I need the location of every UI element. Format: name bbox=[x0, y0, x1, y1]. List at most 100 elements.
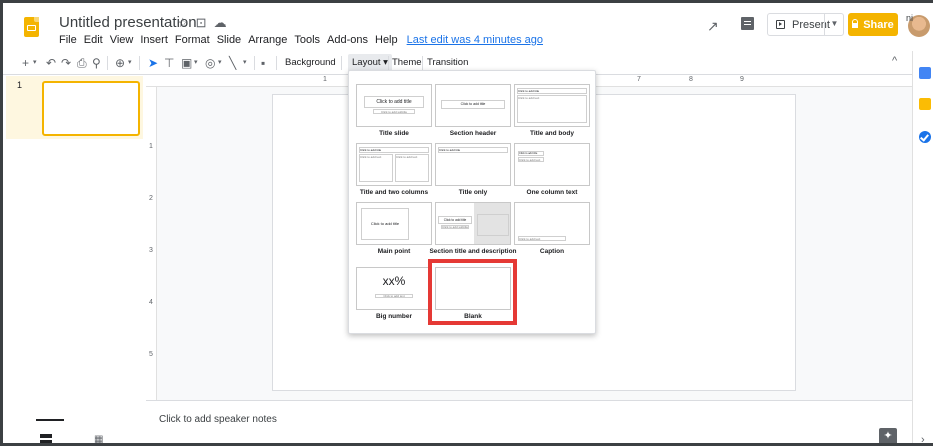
layout-label: One column text bbox=[526, 189, 578, 196]
move-to-folder-icon[interactable]: ⊡ bbox=[196, 15, 214, 30]
menu-view[interactable]: View bbox=[110, 34, 134, 46]
speaker-notes-placeholder[interactable]: Click to add speaker notes bbox=[159, 414, 277, 425]
shape-icon[interactable]: ◎ bbox=[205, 56, 215, 70]
expand-panel-icon[interactable]: › bbox=[921, 434, 925, 443]
paint-format-icon[interactable]: ⚲ bbox=[92, 56, 101, 70]
thumb-column-right: Click to add text bbox=[395, 154, 429, 182]
comment-history-icon[interactable] bbox=[741, 17, 754, 30]
comment-add-icon[interactable]: ▪ bbox=[261, 56, 265, 70]
redo-icon[interactable]: ↷ bbox=[61, 56, 71, 70]
share-button[interactable]: Share bbox=[848, 13, 898, 36]
menu-slide[interactable]: Slide bbox=[217, 34, 241, 46]
text-box-icon[interactable]: ⊤ bbox=[164, 56, 174, 70]
zoom-dropdown[interactable]: ▾ bbox=[128, 56, 132, 70]
thumb-title: Click to add title bbox=[517, 88, 587, 94]
document-title[interactable]: Untitled presentation bbox=[59, 14, 197, 31]
thumb-description bbox=[477, 214, 509, 236]
toolbar-divider bbox=[276, 56, 277, 70]
avatar-initial: ni bbox=[906, 13, 914, 23]
layout-label: Caption bbox=[539, 248, 565, 255]
ruler-mark: 8 bbox=[689, 76, 693, 83]
activity-dashboard-icon[interactable]: ↗ bbox=[707, 18, 719, 35]
layout-big-number[interactable]: xx% Click to add text Big number bbox=[356, 267, 432, 325]
thumb-title: Click to add title bbox=[359, 147, 429, 153]
layout-main-point[interactable]: Click to add title Main point bbox=[356, 202, 432, 260]
side-panel: › bbox=[912, 51, 933, 443]
menu-arrange[interactable]: Arrange bbox=[248, 34, 287, 46]
thumb-title: Click to add title bbox=[518, 151, 544, 156]
menu-bar: File Edit View Insert Format Slide Arran… bbox=[59, 34, 550, 46]
explore-icon[interactable]: ✦ bbox=[879, 428, 897, 443]
select-icon[interactable]: ➤ bbox=[148, 56, 158, 70]
slide-number: 1 bbox=[17, 80, 23, 90]
image-icon[interactable]: ▣ bbox=[181, 56, 192, 70]
background-button[interactable]: Background bbox=[285, 56, 336, 70]
layout-title-slide[interactable]: Click to add title Click to add subtitle… bbox=[356, 84, 432, 142]
new-slide-layout-dropdown[interactable]: ▾ bbox=[33, 56, 37, 70]
print-icon[interactable]: ⎙ bbox=[77, 56, 87, 70]
filmstrip-view-icon[interactable] bbox=[40, 434, 52, 443]
vertical-ruler: 1 2 3 4 5 bbox=[146, 87, 157, 400]
slide-thumbnail[interactable] bbox=[42, 81, 140, 136]
thumb-title: Click to add title bbox=[438, 147, 508, 153]
new-slide-icon[interactable]: + bbox=[22, 56, 29, 70]
cloud-status-icon[interactable]: ☁ bbox=[214, 15, 234, 30]
star-icon[interactable]: ☆ bbox=[177, 15, 196, 30]
avatar[interactable]: ni bbox=[906, 13, 930, 37]
shape-dropdown[interactable]: ▾ bbox=[218, 56, 222, 70]
layout-thumbnail: Click to add title Click to add text bbox=[514, 143, 590, 186]
calendar-icon[interactable] bbox=[919, 67, 931, 79]
line-icon[interactable]: ╲ bbox=[229, 56, 236, 70]
slide-thumbnail-selected[interactable]: 1 bbox=[6, 76, 143, 139]
layout-title-and-two-columns[interactable]: Click to add title Click to add text Cli… bbox=[356, 143, 432, 201]
menu-insert[interactable]: Insert bbox=[140, 34, 168, 46]
layout-label: Title and body bbox=[530, 130, 574, 137]
zoom-icon[interactable]: ⊕ bbox=[115, 56, 125, 70]
share-label: Share bbox=[863, 18, 894, 31]
layout-thumbnail: Click to add text bbox=[514, 202, 590, 245]
menu-tools[interactable]: Tools bbox=[294, 34, 320, 46]
keep-icon[interactable] bbox=[919, 98, 931, 110]
header: Untitled presentation ☆⊡☁ File Edit View… bbox=[3, 3, 933, 51]
layout-label: Layout bbox=[352, 57, 381, 68]
layout-thumbnail: Click to add title bbox=[435, 143, 511, 186]
image-dropdown[interactable]: ▾ bbox=[194, 56, 198, 70]
last-edit-link[interactable]: Last edit was 4 minutes ago bbox=[407, 34, 543, 46]
menu-file[interactable]: File bbox=[59, 34, 77, 46]
app-window: Untitled presentation ☆⊡☁ File Edit View… bbox=[0, 0, 933, 446]
present-options-dropdown[interactable]: ▼ bbox=[824, 13, 844, 36]
theme-button[interactable]: Theme bbox=[392, 56, 422, 70]
ruler-mark: 3 bbox=[149, 247, 153, 254]
layout-section-title-and-description[interactable]: Click to add title Click to add subtitle… bbox=[429, 202, 517, 260]
menu-edit[interactable]: Edit bbox=[84, 34, 103, 46]
layout-thumbnail: Click to add title bbox=[435, 84, 511, 127]
active-view-indicator bbox=[36, 419, 64, 421]
grid-view-icon[interactable]: ▦ bbox=[94, 434, 104, 443]
toolbar-divider bbox=[388, 56, 389, 70]
ruler-mark: 5 bbox=[149, 351, 153, 358]
ruler-mark: 2 bbox=[149, 195, 153, 202]
tasks-icon[interactable] bbox=[919, 131, 931, 143]
layout-section-header[interactable]: Click to add title Section header bbox=[435, 84, 511, 142]
layout-one-column-text[interactable]: Click to add title Click to add text One… bbox=[514, 143, 590, 201]
toolbar-divider bbox=[139, 56, 140, 70]
collapse-menus-icon[interactable]: ^ bbox=[892, 55, 897, 67]
menu-format[interactable]: Format bbox=[175, 34, 210, 46]
line-dropdown[interactable]: ▾ bbox=[243, 56, 247, 70]
ruler-mark: 7 bbox=[637, 76, 641, 83]
layout-title-only[interactable]: Click to add title Title only bbox=[435, 143, 511, 201]
layout-caption[interactable]: Click to add text Caption bbox=[514, 202, 590, 260]
menu-help[interactable]: Help bbox=[375, 34, 398, 46]
present-icon bbox=[776, 20, 785, 29]
transition-button[interactable]: Transition bbox=[427, 56, 468, 70]
filmstrip: 1 bbox=[3, 75, 146, 415]
ruler-mark: 9 bbox=[740, 76, 744, 83]
menu-add-ons[interactable]: Add-ons bbox=[327, 34, 368, 46]
slides-logo-icon[interactable] bbox=[24, 17, 39, 37]
undo-icon[interactable]: ↶ bbox=[46, 56, 56, 70]
layout-title-and-body[interactable]: Click to add title Click to add text Tit… bbox=[514, 84, 590, 142]
highlight-box bbox=[428, 259, 517, 325]
thumb-big-number: xx% bbox=[382, 274, 406, 288]
speaker-notes[interactable]: Click to add speaker notes ✦ bbox=[146, 404, 912, 443]
title-icons: ☆⊡☁ bbox=[177, 15, 234, 31]
